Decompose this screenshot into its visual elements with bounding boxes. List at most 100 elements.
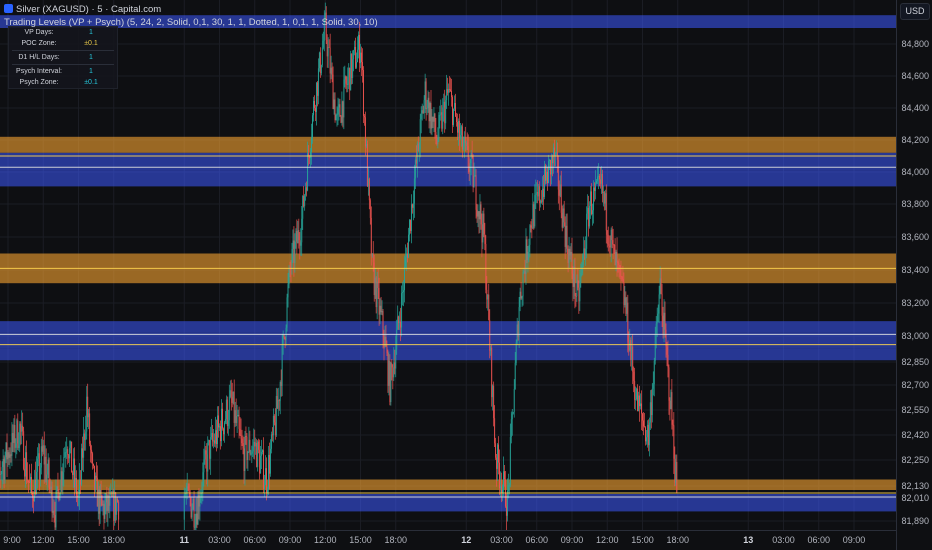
candle-body [464,136,466,144]
candle-body [196,513,198,525]
candle-body [613,244,615,246]
candle-body [247,451,249,460]
candle-body [418,149,420,152]
symbol-title[interactable]: Silver (XAGUSD) · 5 · Capital.com [4,3,378,16]
candle-body [348,68,350,77]
candle-body [655,323,657,334]
currency-button[interactable]: USD [900,3,930,20]
candle-body [7,452,9,460]
candle-body [183,494,185,520]
candle-body [625,297,627,314]
candle-body [91,449,93,454]
info-key: POC Zone: [21,40,57,47]
candle-body [118,501,120,520]
candle-body [105,493,107,503]
price-tick-label: 84,800 [901,39,929,49]
candle-body [369,200,371,218]
candle-body [372,253,374,263]
candle-body [550,156,552,175]
candle-body [441,112,443,129]
candle-body [478,211,480,220]
symbol-icon [4,4,13,13]
candle-body [186,486,188,494]
candle-body [35,471,37,495]
candle-body [53,510,55,516]
chart-area[interactable]: Silver (XAGUSD) · 5 · Capital.com Tradin… [0,0,896,530]
candle-body [592,210,594,215]
candle-body [14,425,16,448]
candle-body [448,88,450,93]
candle-body [265,468,266,486]
candle-body [585,248,587,256]
candle-body [293,240,295,263]
price-chart[interactable] [0,0,896,530]
candle-body [304,195,306,207]
blue-zone [0,321,896,333]
candle-body [492,385,494,398]
candle-body [96,477,98,507]
candle-body [4,457,6,480]
candle-body [210,437,212,459]
candle-body [634,380,636,400]
candle-body [517,324,519,337]
candle-body [93,463,94,466]
candle-body [587,207,589,214]
candle-body [473,175,475,188]
candle-body [112,491,114,497]
candle-body [627,302,629,343]
candle-body [327,46,329,57]
candle-body [562,208,564,228]
candle-body [250,453,252,455]
candle-body [498,444,500,463]
time-axis[interactable]: 9:00 12:00 15:00 18:00 11 03:00 06:00 09:00 12:0… [0,530,896,550]
candle-body [0,474,2,475]
candle-body [676,462,678,493]
candle-body [641,403,642,414]
candle-body [335,114,337,121]
indicator-title[interactable]: Trading Levels (VP + Psych) (5, 24, 2, S… [4,16,378,29]
candle-body [234,410,236,423]
candle-body [260,455,262,474]
candle-body [270,434,272,449]
candle-body [371,253,373,256]
candle-body [58,490,60,501]
time-tick-label: 09:00 [278,535,302,545]
price-axis[interactable]: 84,800 84,600 84,400 84,200 84,000 83,800 83,6… [896,0,932,550]
candle-body [9,454,11,458]
candle-body [489,320,491,351]
candle-body [513,389,515,413]
candle-body [239,428,241,436]
price-tick-label: 84,600 [901,71,929,81]
candle-body [491,347,493,398]
candle-body [94,465,95,491]
candle-body [27,479,29,481]
candle-body [501,486,502,493]
candle-body [319,52,321,74]
candle-body [102,504,104,506]
candle-body [207,442,209,472]
candle-body [580,272,582,283]
time-tick-label: 06:00 [807,535,831,545]
candle-body [405,257,406,267]
candle-body [457,120,459,133]
candle-body [263,450,265,490]
candle-body [97,489,99,507]
blue-zone [0,170,896,187]
candle-body [375,277,377,308]
candle-body [442,107,444,129]
candle-body [368,178,370,201]
candle-body [350,53,352,91]
candle-body [2,458,4,468]
candle-body [466,142,468,147]
candle-body [291,248,293,270]
candle-body [237,414,239,417]
candle-body [315,108,316,113]
candle-body [483,213,485,235]
time-tick-label: 03:00 [208,535,231,545]
candle-body [569,248,571,256]
candle-body [553,147,555,157]
candle-body [639,395,641,407]
candle-body [72,472,74,475]
candle-body [452,97,453,125]
candle-body [531,227,533,229]
